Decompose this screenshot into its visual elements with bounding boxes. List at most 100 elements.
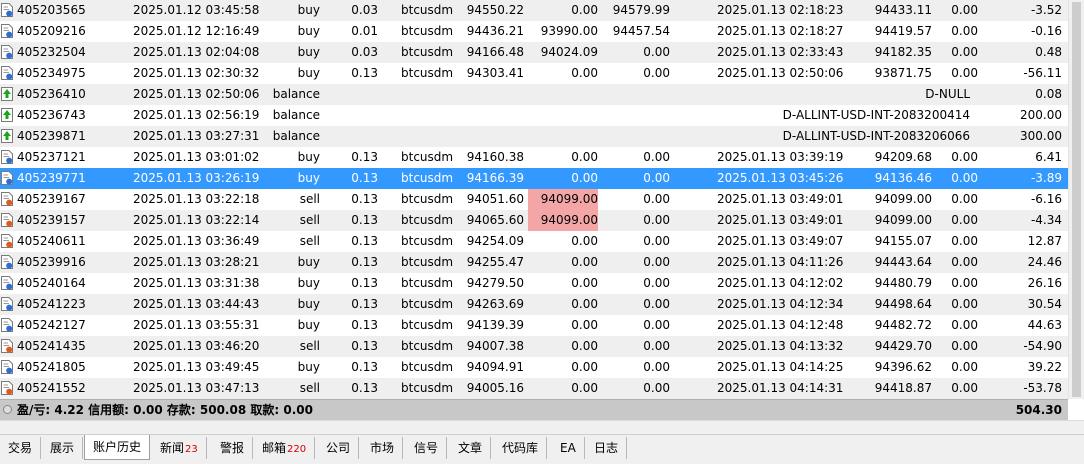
tab-badge: 220 [287, 444, 307, 455]
table-row[interactable]: 405236410 2025.01.13 02:50:06 balance D-NUL… [0, 84, 1068, 105]
table-row[interactable]: 405242127 2025.01.13 03:55:31 buy 0.13 btcus… [0, 315, 1068, 336]
profit-cell: 39.22 [1027, 360, 1062, 374]
tab-label: 文章 [458, 441, 483, 455]
ticket-cell: 405236410 [17, 87, 86, 101]
tab-label: 交易 [8, 441, 33, 455]
tab-alerts[interactable]: 警报 [212, 437, 254, 459]
type-cell: balance [272, 108, 320, 122]
table-row[interactable]: 405234975 2025.01.13 02:30:32 buy 0.13 btcus… [0, 63, 1068, 84]
table-row[interactable]: 405241552 2025.01.13 03:47:13 sell 0.13 btcu… [0, 378, 1068, 399]
profit-cell: 30.54 [1027, 297, 1062, 311]
stop-loss-cell: 0.00 [571, 234, 598, 248]
open-time-cell: 2025.01.13 03:31:38 [133, 276, 260, 290]
tab-exposure[interactable]: 展示 [42, 437, 84, 459]
type-cell: buy [297, 171, 320, 185]
open-price-cell: 94007.38 [466, 339, 524, 353]
type-cell: buy [297, 150, 320, 164]
swap-cell: 0.00 [951, 213, 978, 227]
table-row[interactable]: 405237121 2025.01.13 03:01:02 buy 0.13 btcus… [0, 147, 1068, 168]
tab-articles[interactable]: 文章 [450, 437, 492, 459]
tab-signals[interactable]: 信号 [406, 437, 448, 459]
open-time-cell: 2025.01.13 03:46:20 [133, 339, 260, 353]
profit-cell: 300.00 [1020, 129, 1062, 143]
table-row[interactable]: 405239157 2025.01.13 03:22:14 sell 0.13 btcu… [0, 210, 1068, 231]
ticket-cell: 405232504 [17, 45, 86, 59]
swap-cell: 0.00 [951, 45, 978, 59]
tab-market[interactable]: 市场 [362, 437, 404, 459]
symbol-cell: btcusdm [401, 45, 454, 59]
take-profit-cell: 0.00 [643, 276, 670, 290]
type-cell: buy [297, 360, 320, 374]
type-cell: sell [299, 339, 320, 353]
tab-ea[interactable]: EA [552, 437, 585, 459]
summary-bar: 盈/亏: 4.22 信用额: 0.00 存款: 500.08 取款: 0.00 … [0, 399, 1068, 420]
table-row[interactable]: 405241223 2025.01.13 03:44:43 buy 0.13 btcus… [0, 294, 1068, 315]
tab-mailbox[interactable]: 邮箱220 [254, 437, 316, 459]
close-time-cell: 2025.01.13 03:39:19 [717, 150, 844, 164]
profit-cell: 6.41 [1035, 150, 1062, 164]
open-time-cell: 2025.01.13 03:44:43 [133, 297, 260, 311]
tab-label: 警报 [220, 441, 245, 455]
ticket-cell: 405242127 [17, 318, 86, 332]
symbol-cell: btcusdm [401, 234, 454, 248]
open-time-cell: 2025.01.12 03:45:58 [133, 3, 260, 17]
table-row[interactable]: 405203565 2025.01.12 03:45:58 buy 0.03 btcus… [0, 0, 1068, 21]
table-row[interactable]: 405209216 2025.01.12 12:16:49 buy 0.01 btcus… [0, 21, 1068, 42]
volume-cell: 0.13 [351, 255, 378, 269]
stop-loss-cell: 94024.09 [540, 45, 598, 59]
table-row[interactable]: 405240611 2025.01.13 03:36:49 sell 0.13 btcu… [0, 231, 1068, 252]
table-row[interactable]: 405241805 2025.01.13 03:49:45 buy 0.13 btcus… [0, 357, 1068, 378]
stop-loss-cell: 0.00 [571, 3, 598, 17]
horizontal-scrollbar[interactable] [0, 420, 1084, 435]
tab-company[interactable]: 公司 [318, 437, 360, 459]
table-row[interactable]: 405241435 2025.01.13 03:46:20 sell 0.13 btcu… [0, 336, 1068, 357]
open-time-cell: 2025.01.13 02:50:06 [133, 87, 260, 101]
history-table[interactable]: 405203565 2025.01.12 03:45:58 buy 0.03 btcus… [0, 0, 1068, 399]
open-price-cell: 94279.50 [466, 276, 524, 290]
buy-order-icon [1, 3, 13, 17]
swap-cell: 0.00 [951, 234, 978, 248]
tab-news[interactable]: 新闻23 [152, 437, 207, 459]
close-time-cell: 2025.01.13 03:49:01 [717, 213, 844, 227]
scrollbar-thumb[interactable] [1072, 2, 1081, 397]
table-row[interactable]: 405239871 2025.01.13 03:27:31 balance D-ALL… [0, 126, 1068, 147]
close-time-cell: 2025.01.13 04:12:02 [717, 276, 844, 290]
ticket-cell: 405237121 [17, 150, 86, 164]
table-row[interactable]: 405236743 2025.01.13 02:56:19 balance D-ALL… [0, 105, 1068, 126]
vertical-scrollbar[interactable] [1068, 0, 1084, 399]
volume-cell: 0.13 [351, 213, 378, 227]
buy-order-icon [1, 150, 13, 164]
ticket-cell: 405236743 [17, 108, 86, 122]
ticket-cell: 405234975 [17, 66, 86, 80]
profit-cell: 200.00 [1020, 108, 1062, 122]
open-time-cell: 2025.01.13 03:22:14 [133, 213, 260, 227]
open-price-cell: 94550.22 [466, 3, 524, 17]
table-row[interactable]: 405232504 2025.01.13 02:04:08 buy 0.03 btcus… [0, 42, 1068, 63]
comment-cell: D-ALLINT-USD-INT-2083206066 [782, 129, 970, 143]
buy-order-icon [1, 45, 13, 59]
swap-cell: 0.00 [951, 255, 978, 269]
tab-journal[interactable]: 日志 [586, 437, 628, 459]
symbol-cell: btcusdm [401, 297, 454, 311]
open-time-cell: 2025.01.13 02:04:08 [133, 45, 260, 59]
close-time-cell: 2025.01.13 03:49:07 [717, 234, 844, 248]
volume-cell: 0.03 [351, 3, 378, 17]
table-row[interactable]: 405240164 2025.01.13 03:31:38 buy 0.13 btcus… [0, 273, 1068, 294]
close-time-cell: 2025.01.13 03:49:01 [717, 192, 844, 206]
volume-cell: 0.13 [351, 234, 378, 248]
table-row[interactable]: 405239167 2025.01.13 03:22:18 sell 0.13 btcu… [0, 189, 1068, 210]
open-price-cell: 94094.91 [466, 360, 524, 374]
tab-code-base[interactable]: 代码库 [494, 437, 548, 459]
table-row[interactable]: 405239771 2025.01.13 03:26:19 buy 0.13 btcus… [0, 168, 1068, 189]
sell-order-icon [1, 192, 13, 206]
volume-cell: 0.13 [351, 297, 378, 311]
ticket-cell: 405203565 [17, 3, 86, 17]
close-time-cell: 2025.01.13 04:14:25 [717, 360, 844, 374]
tab-trade[interactable]: 交易 [0, 437, 42, 459]
ticket-cell: 405240611 [17, 234, 86, 248]
swap-cell: 0.00 [951, 3, 978, 17]
tab-account-history[interactable]: 账户历史 [84, 435, 151, 460]
table-row[interactable]: 405239916 2025.01.13 03:28:21 buy 0.13 btcus… [0, 252, 1068, 273]
swap-cell: 0.00 [951, 24, 978, 38]
stop-loss-cell: 0.00 [571, 276, 598, 290]
